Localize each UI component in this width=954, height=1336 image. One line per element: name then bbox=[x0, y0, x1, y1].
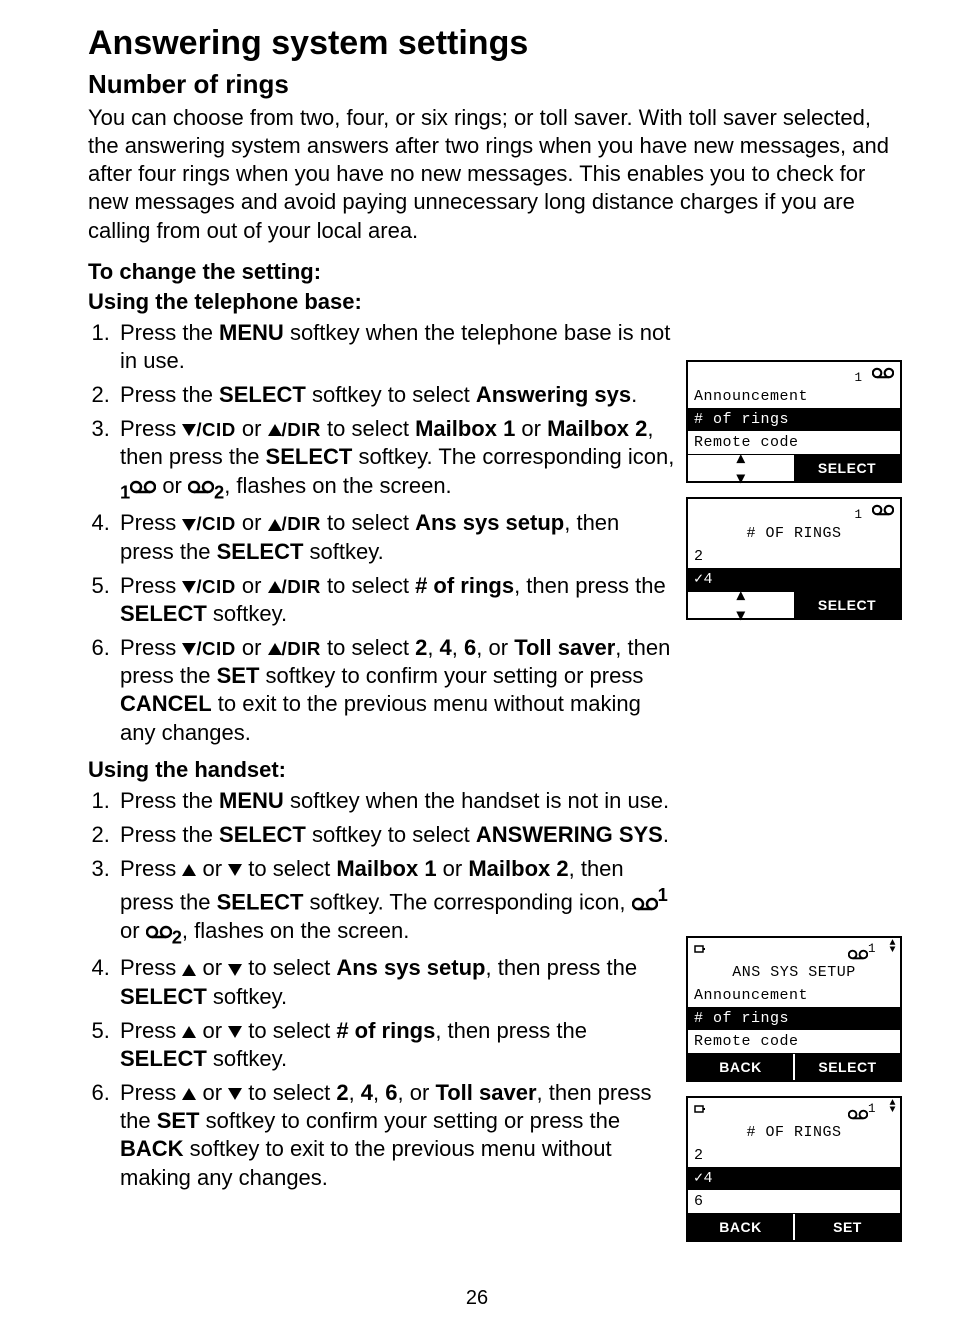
lcd-line: Remote code bbox=[688, 431, 900, 454]
lcd-icon-row: 1 bbox=[688, 499, 900, 522]
tape-icon bbox=[130, 480, 156, 494]
list-item: Press the SELECT softkey to select Answe… bbox=[116, 381, 678, 409]
lcd-softkey-left: BACK bbox=[688, 1054, 793, 1080]
intro-paragraph: You can choose from two, four, or six ri… bbox=[88, 104, 894, 245]
lcd-softkey-right: SELECT bbox=[794, 592, 900, 618]
up-triangle-icon bbox=[268, 643, 282, 655]
page-title: Answering system settings bbox=[88, 24, 894, 63]
updown-arrows-icon: ▲▼ bbox=[889, 1100, 896, 1114]
down-triangle-icon bbox=[182, 519, 196, 531]
down-triangle-icon bbox=[182, 424, 196, 436]
up-triangle-icon bbox=[182, 964, 196, 976]
lcd-line-selected: # of rings bbox=[688, 1007, 900, 1030]
up-triangle-icon bbox=[268, 519, 282, 531]
list-item: Press /CID or /DIR to select Mailbox 1 o… bbox=[116, 415, 678, 503]
list-item: Press the SELECT softkey to select ANSWE… bbox=[116, 821, 678, 849]
up-triangle-icon bbox=[268, 424, 282, 436]
down-triangle-icon bbox=[228, 964, 242, 976]
lcd-icon-row: 1 ▲▼ bbox=[688, 938, 900, 961]
tape-icon bbox=[872, 367, 894, 379]
lcd-softkeys: BACK SET bbox=[688, 1213, 900, 1240]
list-item: Press /CID or /DIR to select Ans sys set… bbox=[116, 509, 678, 565]
down-triangle-icon bbox=[182, 643, 196, 655]
lcd-handset-menu: 1 ▲▼ ANS SYS SETUP Announcement # of rin… bbox=[686, 936, 902, 1082]
tape-icon bbox=[146, 925, 172, 939]
lcd-softkeys: ▴▾ SELECT bbox=[688, 454, 900, 481]
list-item: Press or to select # of rings, then pres… bbox=[116, 1017, 678, 1073]
lcd-base-rings: 1 # OF RINGS 2 ✓4 ▴▾ SELECT bbox=[686, 497, 902, 620]
tape-icon bbox=[872, 504, 894, 516]
down-triangle-icon bbox=[228, 1026, 242, 1038]
lcd-title: # OF RINGS bbox=[688, 522, 900, 545]
lcd-line: 2 bbox=[688, 1144, 900, 1167]
down-triangle-icon bbox=[228, 1088, 242, 1100]
handset-steps-list: Press the MENU softkey when the handset … bbox=[88, 787, 678, 1192]
lcd-line-selected: # of rings bbox=[688, 408, 900, 431]
subheading-change-setting: To change the setting: bbox=[88, 259, 894, 285]
subheading-using-handset: Using the handset: bbox=[88, 757, 894, 783]
list-item: Press /CID or /DIR to select 2, 4, 6, or… bbox=[116, 634, 678, 747]
lcd-line: 2 bbox=[688, 545, 900, 568]
down-triangle-icon bbox=[228, 864, 242, 876]
battery-icon bbox=[694, 1103, 706, 1115]
tape-icon bbox=[848, 949, 868, 960]
tape-icon bbox=[188, 480, 214, 494]
list-item: Press or to select 2, 4, 6, or Toll save… bbox=[116, 1079, 678, 1192]
lcd-softkey-right: SELECT bbox=[794, 455, 900, 481]
lcd-softkey-left: BACK bbox=[688, 1214, 793, 1240]
list-item: Press the MENU softkey when the handset … bbox=[116, 787, 678, 815]
list-item: Press the MENU softkey when the telephon… bbox=[116, 319, 678, 375]
lcd-softkey-right: SELECT bbox=[793, 1054, 900, 1080]
lcd-icon-row: 1 ▲▼ bbox=[688, 1098, 900, 1121]
subheading-using-base: Using the telephone base: bbox=[88, 289, 894, 315]
lcd-softkeys: ▴▾ SELECT bbox=[688, 591, 900, 618]
list-item: Press or to select Ans sys setup, then p… bbox=[116, 954, 678, 1010]
updown-arrows-icon: ▲▼ bbox=[889, 940, 896, 954]
list-item: Press /CID or /DIR to select # of rings,… bbox=[116, 572, 678, 628]
lcd-softkey-right: SET bbox=[793, 1214, 900, 1240]
lcd-handset-rings: 1 ▲▼ # OF RINGS 2 ✓4 6 BACK SET bbox=[686, 1096, 902, 1242]
up-triangle-icon bbox=[182, 1088, 196, 1100]
down-triangle-icon bbox=[182, 581, 196, 593]
lcd-line-selected: ✓4 bbox=[688, 568, 900, 591]
up-triangle-icon bbox=[268, 581, 282, 593]
lcd-title: # OF RINGS bbox=[688, 1121, 900, 1144]
lcd-line: Announcement bbox=[688, 385, 900, 408]
lcd-line: 6 bbox=[688, 1190, 900, 1213]
lcd-title: ANS SYS SETUP bbox=[688, 961, 900, 984]
lcd-icon-row: 1 bbox=[688, 362, 900, 385]
up-triangle-icon bbox=[182, 864, 196, 876]
base-steps-list: Press the MENU softkey when the telephon… bbox=[88, 319, 678, 747]
list-item: Press or to select Mailbox 1 or Mailbox … bbox=[116, 855, 678, 948]
lcd-line: Remote code bbox=[688, 1030, 900, 1053]
lcd-line: Announcement bbox=[688, 984, 900, 1007]
tape-icon bbox=[632, 897, 658, 911]
battery-icon bbox=[694, 943, 706, 955]
tape-icon bbox=[848, 1109, 868, 1120]
up-triangle-icon bbox=[182, 1026, 196, 1038]
section-heading: Number of rings bbox=[88, 69, 894, 100]
lcd-softkeys: BACK SELECT bbox=[688, 1053, 900, 1080]
page-number: 26 bbox=[0, 1287, 954, 1310]
lcd-line-selected: ✓4 bbox=[688, 1167, 900, 1190]
lcd-base-menu: 1 Announcement # of rings Remote code ▴▾… bbox=[686, 360, 902, 483]
